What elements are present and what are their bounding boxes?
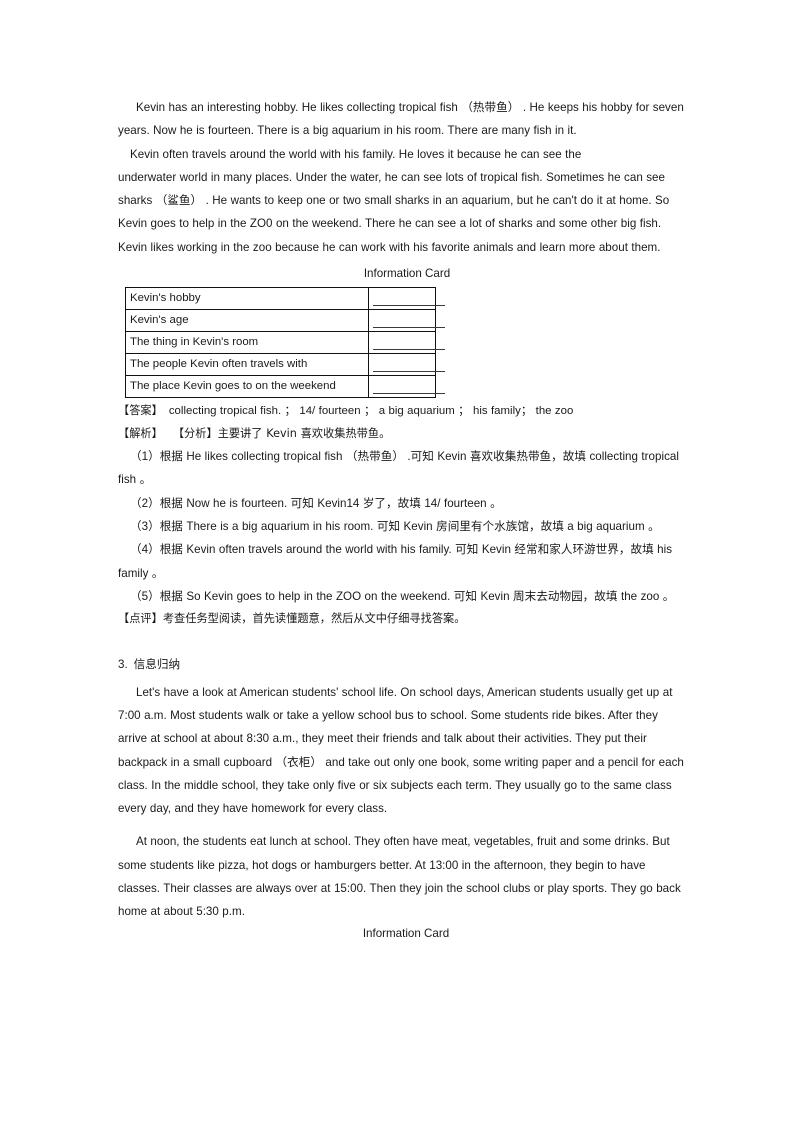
information-card-1-caption: Information Card [363, 267, 451, 281]
analysis-text: 主要讲了 Kevin 喜欢收集热带鱼。 [217, 426, 391, 440]
table-row: The thing in Kevin's room [125, 331, 445, 355]
card1-row4-blank[interactable] [368, 353, 445, 377]
answer-blank-line [373, 371, 445, 373]
card1-row3-label: The thing in Kevin's room [125, 331, 369, 355]
section-3-paragraph-2: At noon, the students eat lunch at schoo… [118, 835, 681, 919]
section-3-title: 信息归纳 [133, 656, 181, 671]
section-3-number: 3. [118, 657, 128, 671]
card1-row1-blank[interactable] [368, 287, 445, 311]
card1-row2-label: Kevin's age [125, 309, 369, 333]
answer-text: collecting tropical fish. ； 14/ fourteen… [168, 405, 574, 418]
answer-blank-line [373, 305, 445, 307]
section-3-heading: 3. 信息归纳 [118, 653, 684, 676]
passage1-paragraph-1: Kevin has an interesting hobby. He likes… [118, 101, 684, 138]
information-card-1-table: Kevin's hobby Kevin's age The thing in K… [125, 287, 445, 399]
section-3-paragraph-1: Let's have a look at American students' … [118, 685, 684, 816]
analysis-item-2: （2）根据 Now he is fourteen. 可知 Kevin14 岁了，… [130, 496, 502, 510]
analysis-item-1: （1）根据 He likes collecting tropical fish … [118, 450, 679, 487]
document-page: Kevin has an interesting hobby. He likes… [0, 0, 800, 1133]
analysis-item-3: （3）根据 There is a big aquarium in his roo… [130, 519, 660, 533]
information-card-2-caption: Information Card [362, 926, 450, 940]
table-row: The place Kevin goes to on the weekend [125, 375, 445, 399]
answer-blank-line [373, 349, 445, 351]
answer-label: 【答案】 [118, 404, 163, 418]
table-row: Kevin's age [125, 309, 445, 333]
document-content: Kevin has an interesting hobby. He likes… [118, 96, 684, 944]
answer-line: 【答案】 collecting tropical fish. ； 14/ four… [118, 400, 684, 423]
analysis-item-4: （4）根据 Kevin often travels around the wor… [118, 543, 673, 580]
answer-blank-line [373, 327, 445, 329]
card1-row4-label: The people Kevin often travels with [125, 353, 369, 377]
card1-row1-label: Kevin's hobby [125, 287, 369, 311]
analysis-label: 【解析】 [118, 426, 163, 440]
passage1-paragraph-2-rest: underwater world in many places. Under t… [118, 170, 670, 254]
answer-blank-line [373, 393, 445, 395]
comment-text: 考查任务型阅读，首先读懂题意，然后从文中仔细寻找答案。 [162, 612, 466, 626]
passage1-paragraph-2-first-line: Kevin often travels around the world wit… [130, 147, 582, 161]
card1-row5-label: The place Kevin goes to on the weekend [125, 375, 369, 399]
card1-row5-blank[interactable] [368, 375, 445, 399]
analysis-item-5: （5）根据 So Kevin goes to help in the ZOO o… [130, 589, 675, 603]
analysis-sub-label: 【分析】 [172, 426, 218, 440]
card1-row2-blank[interactable] [368, 309, 445, 333]
table-row: The people Kevin often travels with [125, 353, 445, 377]
comment-line: 【点评】考查任务型阅读，首先读懂题意，然后从文中仔细寻找答案。 [118, 608, 684, 631]
card1-row3-blank[interactable] [368, 331, 445, 355]
table-row: Kevin's hobby [125, 287, 445, 311]
analysis-line: 【解析】 【分析】主要讲了 Kevin 喜欢收集热带鱼。 [118, 423, 684, 446]
comment-label: 【点评】 [118, 612, 163, 626]
information-card-1-table-wrap: Kevin's hobby Kevin's age The thing in K… [125, 287, 445, 399]
